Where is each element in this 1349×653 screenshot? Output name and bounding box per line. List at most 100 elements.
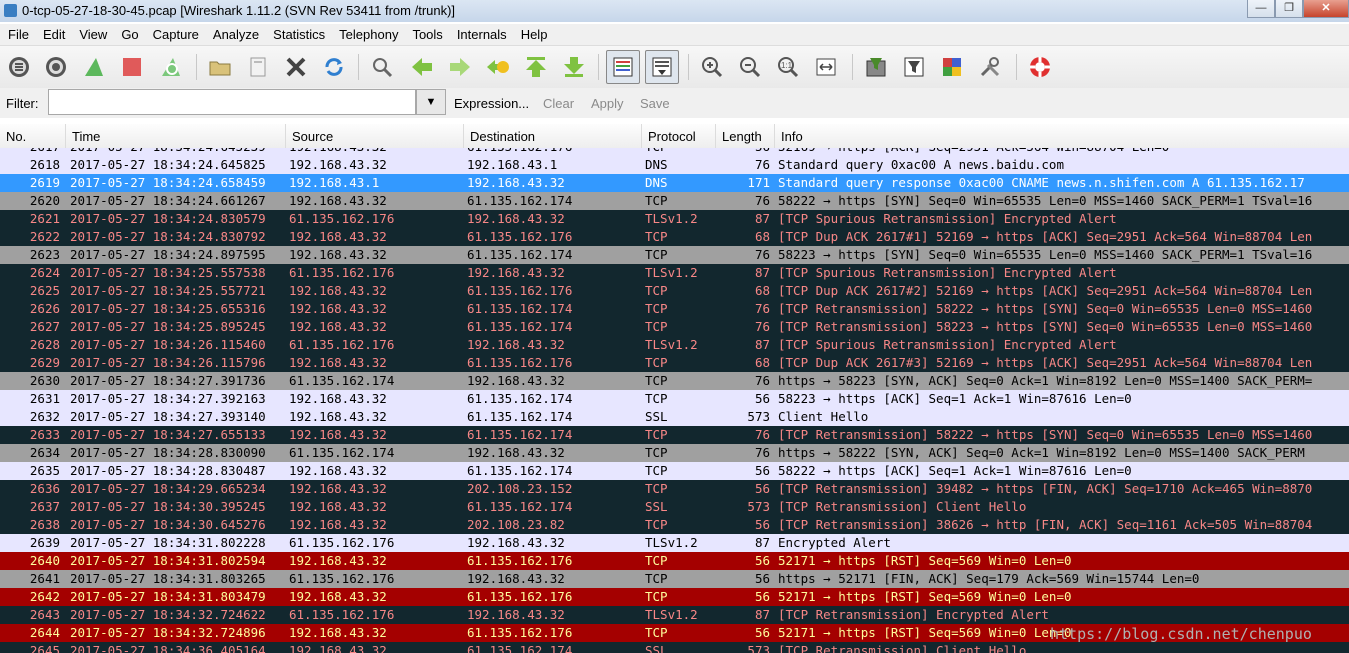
- packet-src-cell: 192.168.43.32: [289, 157, 387, 172]
- column-divider[interactable]: [774, 124, 775, 148]
- menu-tools[interactable]: Tools: [404, 27, 448, 42]
- go-back-icon[interactable]: [408, 53, 436, 81]
- packet-src-cell: 192.168.43.32: [289, 409, 387, 424]
- menu-help[interactable]: Help: [513, 27, 554, 42]
- go-forward-icon[interactable]: [446, 53, 474, 81]
- packet-row[interactable]: 2641 2017-05-27 18:34:31.803265 61.135.162…: [0, 570, 1349, 588]
- packet-row[interactable]: 2640 2017-05-27 18:34:31.802594 192.168.43…: [0, 552, 1349, 570]
- clear-button[interactable]: Clear: [543, 96, 574, 111]
- packet-row[interactable]: 2627 2017-05-27 18:34:25.895245 192.168.43…: [0, 318, 1349, 336]
- column-divider[interactable]: [715, 124, 716, 148]
- packet-len-cell: 76: [754, 427, 770, 442]
- packet-row[interactable]: 2617 2017-05-27 18:34:24.645239 192.168.43…: [0, 148, 1349, 156]
- packet-time-cell: 2017-05-27 18:34:25.655316: [70, 301, 266, 316]
- column-info[interactable]: Info: [781, 129, 803, 144]
- column-protocol[interactable]: Protocol: [648, 129, 696, 144]
- column-length[interactable]: Length: [722, 129, 762, 144]
- packet-row[interactable]: 2621 2017-05-27 18:34:24.830579 61.135.162…: [0, 210, 1349, 228]
- reload-icon[interactable]: [320, 53, 348, 81]
- go-last-icon[interactable]: [560, 53, 588, 81]
- options-icon[interactable]: [42, 53, 70, 81]
- maximize-button[interactable]: ❐: [1275, 0, 1303, 18]
- menu-capture[interactable]: Capture: [145, 27, 205, 42]
- restart-capture-icon[interactable]: [157, 53, 185, 81]
- packet-row[interactable]: 2631 2017-05-27 18:34:27.392163 192.168.43…: [0, 390, 1349, 408]
- packet-row[interactable]: 2634 2017-05-27 18:34:28.830090 61.135.162…: [0, 444, 1349, 462]
- interfaces-icon[interactable]: [5, 53, 33, 81]
- close-button[interactable]: ✕: [1303, 0, 1349, 18]
- packet-row[interactable]: 2643 2017-05-27 18:34:32.724622 61.135.162…: [0, 606, 1349, 624]
- open-file-icon[interactable]: [206, 53, 234, 81]
- packet-time-cell: 2017-05-27 18:34:26.115796: [70, 355, 266, 370]
- packet-row[interactable]: 2628 2017-05-27 18:34:26.115460 61.135.162…: [0, 336, 1349, 354]
- packet-row[interactable]: 2636 2017-05-27 18:34:29.665234 192.168.43…: [0, 480, 1349, 498]
- auto-scroll-icon[interactable]: [645, 50, 679, 84]
- packet-dst-cell: 61.135.162.176: [467, 355, 573, 370]
- packet-row[interactable]: 2629 2017-05-27 18:34:26.115796 192.168.43…: [0, 354, 1349, 372]
- packet-row[interactable]: 2630 2017-05-27 18:34:27.391736 61.135.162…: [0, 372, 1349, 390]
- column-divider[interactable]: [463, 124, 464, 148]
- zoom-in-icon[interactable]: [698, 53, 726, 81]
- apply-button[interactable]: Apply: [591, 96, 624, 111]
- capture-filters-icon[interactable]: [862, 53, 890, 81]
- packet-row[interactable]: 2619 2017-05-27 18:34:24.658459 192.168.43…: [0, 174, 1349, 192]
- save-button[interactable]: Save: [640, 96, 670, 111]
- preferences-icon[interactable]: [976, 53, 1004, 81]
- find-packet-icon[interactable]: [368, 53, 396, 81]
- normal-size-icon[interactable]: 1:1: [774, 53, 802, 81]
- column-divider[interactable]: [65, 124, 66, 148]
- packet-row[interactable]: 2618 2017-05-27 18:34:24.645825 192.168.43…: [0, 156, 1349, 174]
- minimize-button[interactable]: —: [1247, 0, 1275, 18]
- packet-row[interactable]: 2639 2017-05-27 18:34:31.802228 61.135.162…: [0, 534, 1349, 552]
- packet-no-cell: 2637: [29, 499, 60, 514]
- filter-dropdown-button[interactable]: ▼: [416, 89, 446, 115]
- menu-file[interactable]: File: [0, 27, 35, 42]
- packet-row[interactable]: 2645 2017-05-27 18:34:36.405164 192.168.43…: [0, 642, 1349, 653]
- column-source[interactable]: Source: [292, 129, 333, 144]
- packet-proto-cell: TCP: [645, 301, 668, 316]
- go-to-packet-icon[interactable]: [484, 53, 512, 81]
- stop-capture-icon[interactable]: [118, 53, 146, 81]
- packet-row[interactable]: 2620 2017-05-27 18:34:24.661267 192.168.43…: [0, 192, 1349, 210]
- resize-columns-icon[interactable]: [812, 53, 840, 81]
- close-file-icon[interactable]: [282, 53, 310, 81]
- packet-len-cell: 56: [754, 625, 770, 640]
- packet-row[interactable]: 2625 2017-05-27 18:34:25.557721 192.168.43…: [0, 282, 1349, 300]
- menu-statistics[interactable]: Statistics: [265, 27, 331, 42]
- packet-row[interactable]: 2642 2017-05-27 18:34:31.803479 192.168.43…: [0, 588, 1349, 606]
- column-time[interactable]: Time: [72, 129, 100, 144]
- packet-proto-cell: TCP: [645, 355, 668, 370]
- filter-input[interactable]: [48, 89, 416, 115]
- packet-list[interactable]: 2617 2017-05-27 18:34:24.645239 192.168.43…: [0, 148, 1349, 653]
- packet-row[interactable]: 2624 2017-05-27 18:34:25.557538 61.135.162…: [0, 264, 1349, 282]
- column-divider[interactable]: [641, 124, 642, 148]
- column-no[interactable]: No.: [6, 129, 26, 144]
- start-capture-icon[interactable]: [80, 53, 108, 81]
- display-filters-icon[interactable]: [900, 53, 928, 81]
- menu-edit[interactable]: Edit: [35, 27, 71, 42]
- packet-row[interactable]: 2622 2017-05-27 18:34:24.830792 192.168.43…: [0, 228, 1349, 246]
- packet-row[interactable]: 2633 2017-05-27 18:34:27.655133 192.168.43…: [0, 426, 1349, 444]
- save-file-icon[interactable]: [244, 53, 272, 81]
- column-divider[interactable]: [285, 124, 286, 148]
- help-icon[interactable]: [1026, 53, 1054, 81]
- packet-row[interactable]: 2638 2017-05-27 18:34:30.645276 192.168.43…: [0, 516, 1349, 534]
- packet-row[interactable]: 2637 2017-05-27 18:34:30.395245 192.168.43…: [0, 498, 1349, 516]
- packet-src-cell: 192.168.43.32: [289, 148, 387, 156]
- coloring-rules-icon[interactable]: [938, 53, 966, 81]
- expression-button[interactable]: Expression...: [454, 96, 529, 111]
- menu-view[interactable]: View: [71, 27, 113, 42]
- colorize-icon[interactable]: [606, 50, 640, 84]
- packet-row[interactable]: 2626 2017-05-27 18:34:25.655316 192.168.43…: [0, 300, 1349, 318]
- menu-internals[interactable]: Internals: [449, 27, 513, 42]
- packet-row[interactable]: 2632 2017-05-27 18:34:27.393140 192.168.43…: [0, 408, 1349, 426]
- go-first-icon[interactable]: [522, 53, 550, 81]
- packet-row[interactable]: 2623 2017-05-27 18:34:24.897595 192.168.43…: [0, 246, 1349, 264]
- packet-len-cell: 87: [754, 211, 770, 226]
- menu-telephony[interactable]: Telephony: [331, 27, 404, 42]
- column-destination[interactable]: Destination: [470, 129, 535, 144]
- zoom-out-icon[interactable]: [736, 53, 764, 81]
- packet-row[interactable]: 2635 2017-05-27 18:34:28.830487 192.168.43…: [0, 462, 1349, 480]
- menu-analyze[interactable]: Analyze: [205, 27, 265, 42]
- menu-go[interactable]: Go: [113, 27, 144, 42]
